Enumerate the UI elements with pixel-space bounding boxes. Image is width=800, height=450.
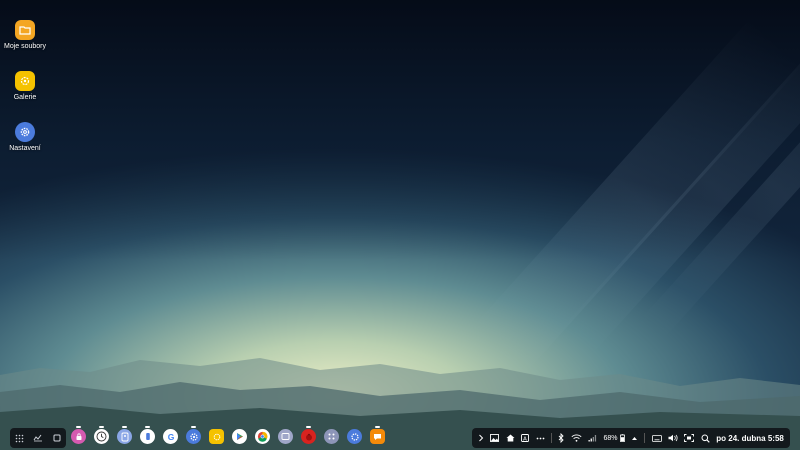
battery-icon <box>619 434 625 442</box>
app-dock: G <box>71 426 385 447</box>
notification-app-icon[interactable]: A <box>521 431 530 445</box>
running-indicator <box>122 426 127 428</box>
recent-apps-icon[interactable] <box>31 431 45 445</box>
system-tray: A 68% po 24. dubna 5:58 <box>472 428 790 448</box>
chrome-icon[interactable] <box>255 429 270 444</box>
pomegranate-app-icon[interactable] <box>301 426 316 444</box>
contacts-icon[interactable] <box>117 426 132 444</box>
signal-strength-icon <box>588 431 597 445</box>
smart-switch-icon[interactable] <box>278 429 293 444</box>
chevron-up-icon[interactable] <box>631 431 638 445</box>
chevron-right-icon[interactable] <box>478 431 484 445</box>
gallery-icon[interactable] <box>209 429 224 444</box>
google-icon[interactable]: G <box>163 429 178 444</box>
running-indicator <box>306 426 311 428</box>
home-square-icon[interactable] <box>50 431 64 445</box>
bluetooth-icon[interactable] <box>558 431 564 445</box>
running-indicator <box>191 426 196 428</box>
samsung-apps-icon[interactable] <box>324 429 339 444</box>
desktop-icon-label: Galerie <box>13 94 37 101</box>
svg-text:A: A <box>523 436 527 442</box>
running-indicator <box>375 426 380 428</box>
settings-icon[interactable] <box>186 426 201 444</box>
wifi-icon[interactable] <box>571 431 582 445</box>
svg-text:G: G <box>167 432 174 442</box>
desktop-icon-gallery[interactable]: Galerie <box>0 71 50 101</box>
galaxy-store-icon[interactable] <box>71 426 86 444</box>
running-indicator <box>99 426 104 428</box>
home-icon[interactable] <box>506 431 515 445</box>
messages-icon[interactable] <box>370 426 385 444</box>
desktop-icon-label: Moje soubory <box>3 43 47 50</box>
clock-icon[interactable] <box>94 426 109 444</box>
running-indicator <box>145 426 150 428</box>
volume-icon[interactable] <box>668 431 678 445</box>
bixby-settings-icon[interactable] <box>347 429 362 444</box>
separator <box>644 433 646 443</box>
apps-grid-icon[interactable] <box>12 431 26 445</box>
gear-icon <box>15 122 35 142</box>
navigation-bar <box>10 428 66 448</box>
desktop-icon-my-files[interactable]: Moje soubory <box>0 20 50 50</box>
gallery-flower-icon <box>15 71 35 91</box>
keyboard-icon[interactable] <box>651 431 662 445</box>
battery-status: 68% <box>604 431 625 445</box>
play-store-icon[interactable] <box>232 429 247 444</box>
phone-icon[interactable] <box>140 426 155 444</box>
search-icon[interactable] <box>701 431 710 445</box>
more-dots-icon[interactable] <box>536 431 545 445</box>
separator <box>550 433 552 443</box>
image-icon[interactable] <box>490 431 500 445</box>
running-indicator <box>76 426 81 428</box>
desktop-icon-settings[interactable]: Nastavení <box>0 122 50 152</box>
screen-capture-icon[interactable] <box>684 431 695 445</box>
date-time[interactable]: po 24. dubna 5:58 <box>716 434 784 443</box>
folder-icon <box>15 20 35 40</box>
desktop-icon-label: Nastavení <box>9 145 41 152</box>
battery-percent: 68% <box>603 434 618 442</box>
